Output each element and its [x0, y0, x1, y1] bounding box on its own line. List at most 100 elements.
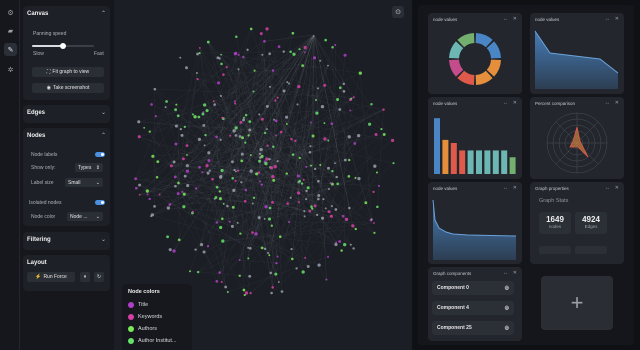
- graph-node[interactable]: [327, 139, 330, 142]
- graph-node[interactable]: [334, 162, 336, 165]
- graph-node[interactable]: [172, 249, 176, 253]
- graph-node[interactable]: [354, 176, 357, 179]
- graph-node[interactable]: [220, 168, 224, 173]
- graph-node[interactable]: [313, 167, 317, 171]
- graph-node[interactable]: [373, 231, 376, 234]
- graph-node[interactable]: [259, 156, 262, 159]
- graph-node[interactable]: [308, 150, 312, 154]
- graph-node[interactable]: [213, 103, 216, 106]
- graph-node[interactable]: [143, 126, 146, 129]
- graph-node[interactable]: [342, 82, 346, 86]
- graph-node[interactable]: [392, 162, 395, 165]
- graph-node[interactable]: [137, 135, 141, 139]
- graph-node[interactable]: [156, 160, 160, 164]
- graph-node[interactable]: [220, 62, 223, 66]
- graph-node[interactable]: [310, 164, 313, 167]
- graph-node[interactable]: [296, 191, 301, 195]
- graph-node[interactable]: [341, 214, 345, 218]
- graph-node[interactable]: [248, 128, 252, 132]
- graph-node[interactable]: [268, 52, 271, 56]
- graph-node[interactable]: [311, 134, 315, 138]
- graph-node[interactable]: [202, 103, 207, 107]
- graph-node[interactable]: [148, 130, 151, 133]
- graph-node[interactable]: [176, 114, 180, 118]
- graph-node[interactable]: [234, 100, 236, 103]
- graph-node[interactable]: [247, 134, 250, 137]
- graph-node[interactable]: [155, 175, 159, 179]
- graph-node[interactable]: [340, 249, 343, 252]
- component-item[interactable]: Component 0 ◎: [432, 281, 514, 295]
- graph-node[interactable]: [207, 159, 211, 162]
- expand-icon[interactable]: ↔: [503, 270, 508, 276]
- graph-node[interactable]: [296, 103, 299, 106]
- graph-node[interactable]: [303, 210, 306, 213]
- graph-node[interactable]: [175, 103, 178, 106]
- eye-icon[interactable]: ◎: [505, 285, 509, 291]
- graph-node[interactable]: [249, 154, 252, 157]
- graph-node[interactable]: [195, 72, 198, 75]
- graph-node[interactable]: [272, 178, 276, 182]
- graph-node[interactable]: [241, 136, 244, 140]
- graph-node[interactable]: [301, 64, 305, 68]
- graph-node[interactable]: [279, 130, 283, 134]
- graph-node[interactable]: [258, 159, 262, 163]
- graph-node[interactable]: [301, 270, 305, 274]
- graph-node[interactable]: [351, 224, 355, 228]
- graph-node[interactable]: [335, 175, 338, 179]
- graph-node[interactable]: [181, 157, 185, 161]
- graph-node[interactable]: [134, 177, 138, 181]
- graph-node[interactable]: [317, 87, 320, 90]
- graph-node[interactable]: [364, 201, 368, 205]
- graph-node[interactable]: [350, 97, 353, 100]
- graph-node[interactable]: [145, 189, 150, 193]
- graph-node[interactable]: [310, 205, 313, 208]
- eye-icon[interactable]: ◎: [505, 325, 509, 331]
- graph-node[interactable]: [234, 170, 237, 173]
- bug-icon[interactable]: ✲: [4, 63, 17, 76]
- graph-node[interactable]: [325, 278, 328, 281]
- graph-node[interactable]: [305, 189, 308, 193]
- graph-node[interactable]: [181, 190, 184, 194]
- graph-node[interactable]: [201, 112, 205, 116]
- graph-node[interactable]: [206, 40, 210, 44]
- graph-node[interactable]: [243, 199, 247, 203]
- graph-node[interactable]: [189, 270, 192, 273]
- graph-node[interactable]: [207, 151, 211, 155]
- graph-node[interactable]: [349, 243, 352, 246]
- graph-node[interactable]: [327, 187, 330, 190]
- graph-node[interactable]: [218, 197, 222, 201]
- graph-node[interactable]: [174, 108, 178, 112]
- graph-node[interactable]: [349, 109, 352, 112]
- graph-node[interactable]: [180, 133, 184, 137]
- graph-node[interactable]: [244, 113, 248, 117]
- graph-node[interactable]: [151, 154, 155, 158]
- graph-node[interactable]: [338, 240, 342, 243]
- graph-node[interactable]: [306, 186, 310, 190]
- expand-icon[interactable]: ↔: [605, 185, 610, 191]
- graph-node[interactable]: [287, 220, 291, 224]
- graph-node[interactable]: [315, 99, 318, 102]
- graph-node[interactable]: [239, 120, 243, 124]
- graph-node[interactable]: [315, 111, 319, 115]
- graph-node[interactable]: [343, 243, 347, 247]
- graph-node[interactable]: [194, 248, 197, 251]
- graph-node[interactable]: [336, 98, 340, 102]
- graph-node[interactable]: [320, 104, 325, 109]
- graph-node[interactable]: [230, 224, 234, 228]
- graph-node[interactable]: [271, 200, 274, 204]
- graph-node[interactable]: [243, 293, 246, 297]
- graph-node[interactable]: [327, 64, 329, 67]
- graph-node[interactable]: [231, 160, 234, 164]
- graph-node[interactable]: [319, 59, 322, 62]
- graph-node[interactable]: [137, 120, 141, 124]
- graph-node[interactable]: [202, 123, 206, 127]
- graph-node[interactable]: [305, 165, 308, 168]
- graph-node[interactable]: [295, 267, 298, 270]
- graph-node[interactable]: [166, 206, 171, 210]
- graph-node[interactable]: [153, 205, 156, 208]
- graph-node[interactable]: [375, 171, 379, 174]
- graph-node[interactable]: [174, 142, 178, 146]
- graph-node[interactable]: [242, 288, 246, 292]
- graph-node[interactable]: [185, 144, 189, 147]
- graph-node[interactable]: [179, 128, 183, 131]
